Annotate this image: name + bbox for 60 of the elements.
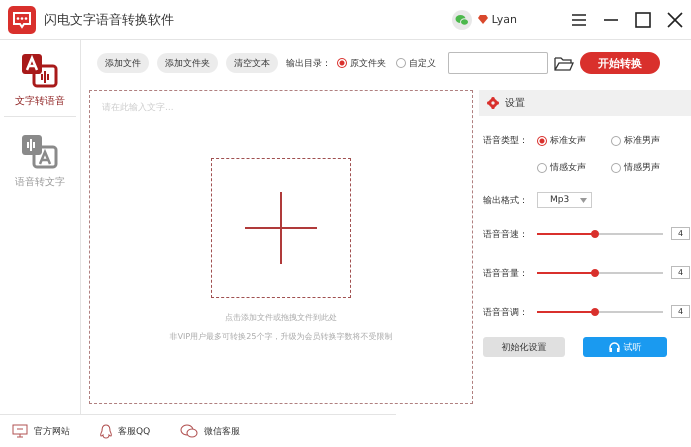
toolbar-button[interactable]: 清空文本 xyxy=(226,53,278,73)
start-button[interactable]: 开始转换 xyxy=(580,52,660,74)
close-icon[interactable] xyxy=(667,12,683,28)
radio-option[interactable]: 自定义 xyxy=(396,56,436,70)
footer-link[interactable]: 微信客服 xyxy=(180,424,240,438)
wechat-icon[interactable] xyxy=(452,10,472,30)
slider-label: 语音音速： xyxy=(483,228,529,241)
footer-link-label: 微信客服 xyxy=(204,426,240,438)
text-to-speech-icon xyxy=(22,54,58,88)
slider-value: 4 xyxy=(671,227,690,240)
app-logo xyxy=(8,6,36,34)
radio-option[interactable]: 标准男声 xyxy=(611,134,685,147)
toolbar-button[interactable]: 添加文件 xyxy=(97,53,149,73)
footer-link-label: 客服QQ xyxy=(118,426,150,438)
radio-label: 自定义 xyxy=(409,58,436,70)
radio-label: 情感女声 xyxy=(550,162,586,174)
footer-link[interactable]: 客服QQ xyxy=(100,424,150,438)
monitor-icon xyxy=(12,424,28,438)
flower-icon xyxy=(487,97,499,109)
radio-label: 标准男声 xyxy=(624,134,660,147)
chat-bubbles-icon xyxy=(180,424,198,438)
menu-icon[interactable] xyxy=(571,12,587,28)
window-title: 闪电文字语音转换软件 xyxy=(44,12,175,28)
drop-zone[interactable] xyxy=(211,158,351,298)
format-label: 输出格式： xyxy=(483,194,529,206)
slider-label: 语音音调： xyxy=(483,306,529,319)
slider-thumb[interactable] xyxy=(590,230,599,238)
radio-label: 情感男声 xyxy=(624,162,660,174)
speech-to-text-icon xyxy=(22,135,58,169)
vip-limit-note: 非VIP用户最多可转换25个字，升级为会员转换字数将不受限制 xyxy=(170,331,392,342)
slider-thumb[interactable] xyxy=(590,308,599,316)
slider-value: 4 xyxy=(671,266,690,279)
radio-option[interactable]: 标准女声 xyxy=(537,134,611,147)
headphones-icon xyxy=(608,342,620,352)
sidebar-item[interactable]: 文字转语音 xyxy=(4,44,76,117)
radio-option[interactable]: 情感男声 xyxy=(611,161,685,174)
output-label: 输出目录： xyxy=(286,58,331,70)
folder-icon[interactable] xyxy=(554,55,574,71)
maximize-icon[interactable] xyxy=(635,12,651,28)
voice-type-label: 语音类型： xyxy=(483,134,529,147)
format-dropdown[interactable]: Mp3 xyxy=(537,192,592,208)
user-name[interactable]: Lyan xyxy=(492,13,517,26)
radio-option[interactable]: 原文件夹 xyxy=(337,56,386,70)
output-path-field[interactable] xyxy=(448,52,548,74)
slider-thumb[interactable] xyxy=(590,269,599,277)
drop-hint: 点击添加文件或拖拽文件到此处 xyxy=(225,312,337,323)
slider-value: 4 xyxy=(671,305,690,318)
reset-button[interactable]: 初始化设置 xyxy=(483,337,565,357)
caret-icon xyxy=(580,198,587,202)
slider-label: 语音音量： xyxy=(483,268,529,280)
footer-link[interactable]: 官方网站 xyxy=(12,424,70,438)
diamond-icon xyxy=(478,15,488,24)
radio-label: 标准女声 xyxy=(550,134,586,147)
radio-label: 原文件夹 xyxy=(350,58,386,70)
penguin-icon xyxy=(100,424,112,438)
footer-link-label: 官方网站 xyxy=(34,426,70,438)
settings-title: 设置 xyxy=(505,96,525,110)
radio-option[interactable]: 情感女声 xyxy=(537,161,611,174)
toolbar-button[interactable]: 添加文件夹 xyxy=(157,53,218,73)
plus-icon xyxy=(245,192,317,264)
